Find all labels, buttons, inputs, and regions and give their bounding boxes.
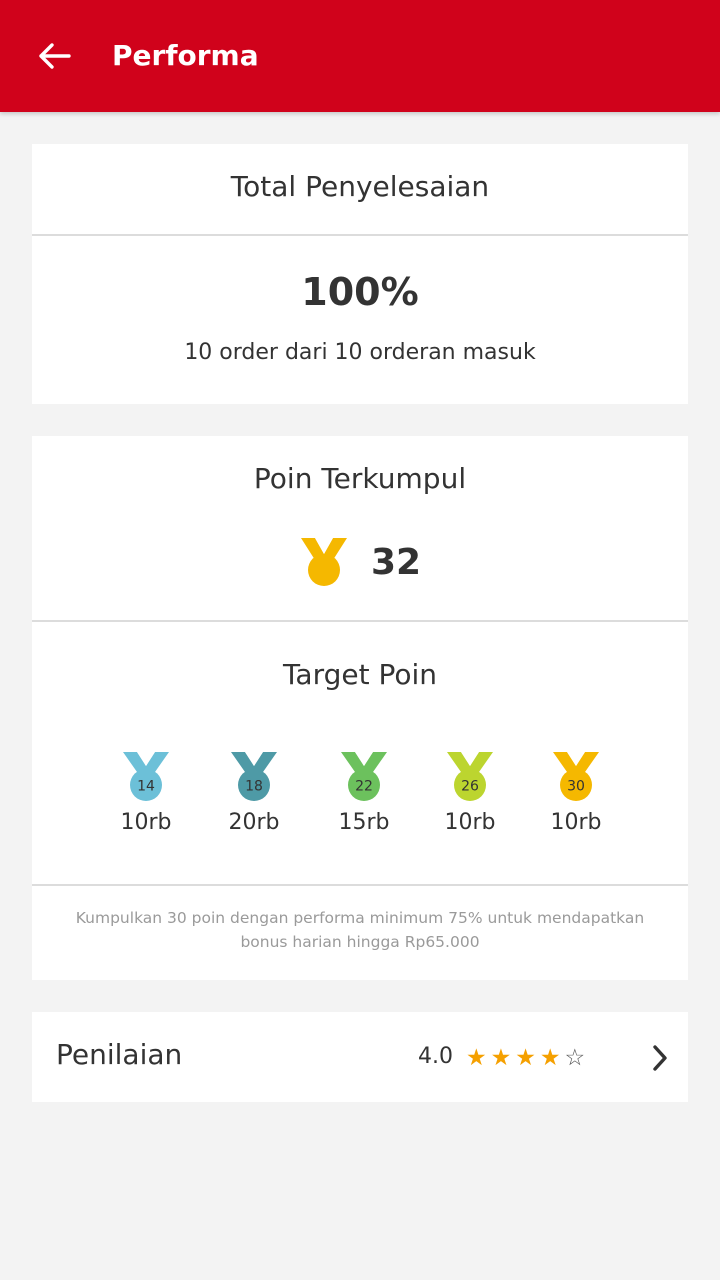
target-medal-18: 18 20rb <box>214 752 294 835</box>
back-button[interactable] <box>30 34 78 78</box>
rating-row[interactable]: Penilaian 4.0 ★ ★ ★ ★ ☆ <box>32 1012 688 1102</box>
target-medal-14: 14 10rb <box>106 752 186 835</box>
target-medals: 14 10rb 18 20rb 22 15rb 26 10rb 30 10rb <box>112 752 632 852</box>
bonus-note: Kumpulkan 30 poin dengan performa minimu… <box>75 909 645 951</box>
completion-detail: 10 order dari 10 orderan masuk <box>184 340 536 365</box>
medal-points: 30 <box>567 779 585 795</box>
app-bar: Performa <box>0 0 720 112</box>
points-summary: 32 <box>32 534 688 590</box>
completion-title: Total Penyelesaian <box>230 170 490 203</box>
divider <box>32 884 688 886</box>
medal-amount: 10rb <box>444 810 496 835</box>
arrow-left-icon <box>39 43 71 69</box>
points-value: 32 <box>370 541 422 583</box>
star-filled-icon: ★ <box>539 1045 561 1071</box>
completion-card: Total Penyelesaian 100% 10 order dari 10… <box>32 144 688 404</box>
target-title: Target Poin <box>282 658 438 691</box>
medal-points: 14 <box>137 779 155 795</box>
medal-icon: 14 <box>123 752 169 801</box>
star-filled-icon: ★ <box>515 1045 536 1071</box>
target-medal-30: 30 10rb <box>536 752 616 835</box>
rating-label: Penilaian <box>56 1038 183 1071</box>
medal-amount: 20rb <box>228 810 280 835</box>
points-card: Poin Terkumpul 32 Target Poin 14 10rb 18… <box>32 436 688 980</box>
divider <box>32 234 688 236</box>
medal-icon: 26 <box>447 752 493 801</box>
points-title: Poin Terkumpul <box>253 462 467 495</box>
target-medal-22: 22 15rb <box>324 752 404 835</box>
medal-icon: 18 <box>231 752 277 801</box>
star-filled-icon: ★ <box>490 1045 512 1071</box>
completion-percent: 100% <box>301 270 419 314</box>
star-outline-icon: ☆ <box>564 1045 586 1071</box>
medal-icon: 22 <box>341 752 387 801</box>
target-medal-26: 26 10rb <box>430 752 510 835</box>
medal-amount: 10rb <box>120 810 172 835</box>
medal-amount: 15rb <box>338 810 390 835</box>
medal-points: 18 <box>245 779 263 795</box>
divider <box>32 620 688 622</box>
rating-value: 4.0 <box>418 1044 453 1069</box>
medal-amount: 10rb <box>550 810 602 835</box>
medal-icon: 30 <box>553 752 599 801</box>
star-filled-icon: ★ <box>466 1045 487 1071</box>
medal-points: 22 <box>355 779 373 795</box>
medal-icon <box>300 538 347 586</box>
chevron-right-icon[interactable] <box>648 1042 672 1074</box>
medal-points: 26 <box>461 779 479 795</box>
rating-stars: ★ ★ ★ ★ ☆ <box>466 1046 585 1070</box>
page-title: Performa <box>112 39 259 72</box>
